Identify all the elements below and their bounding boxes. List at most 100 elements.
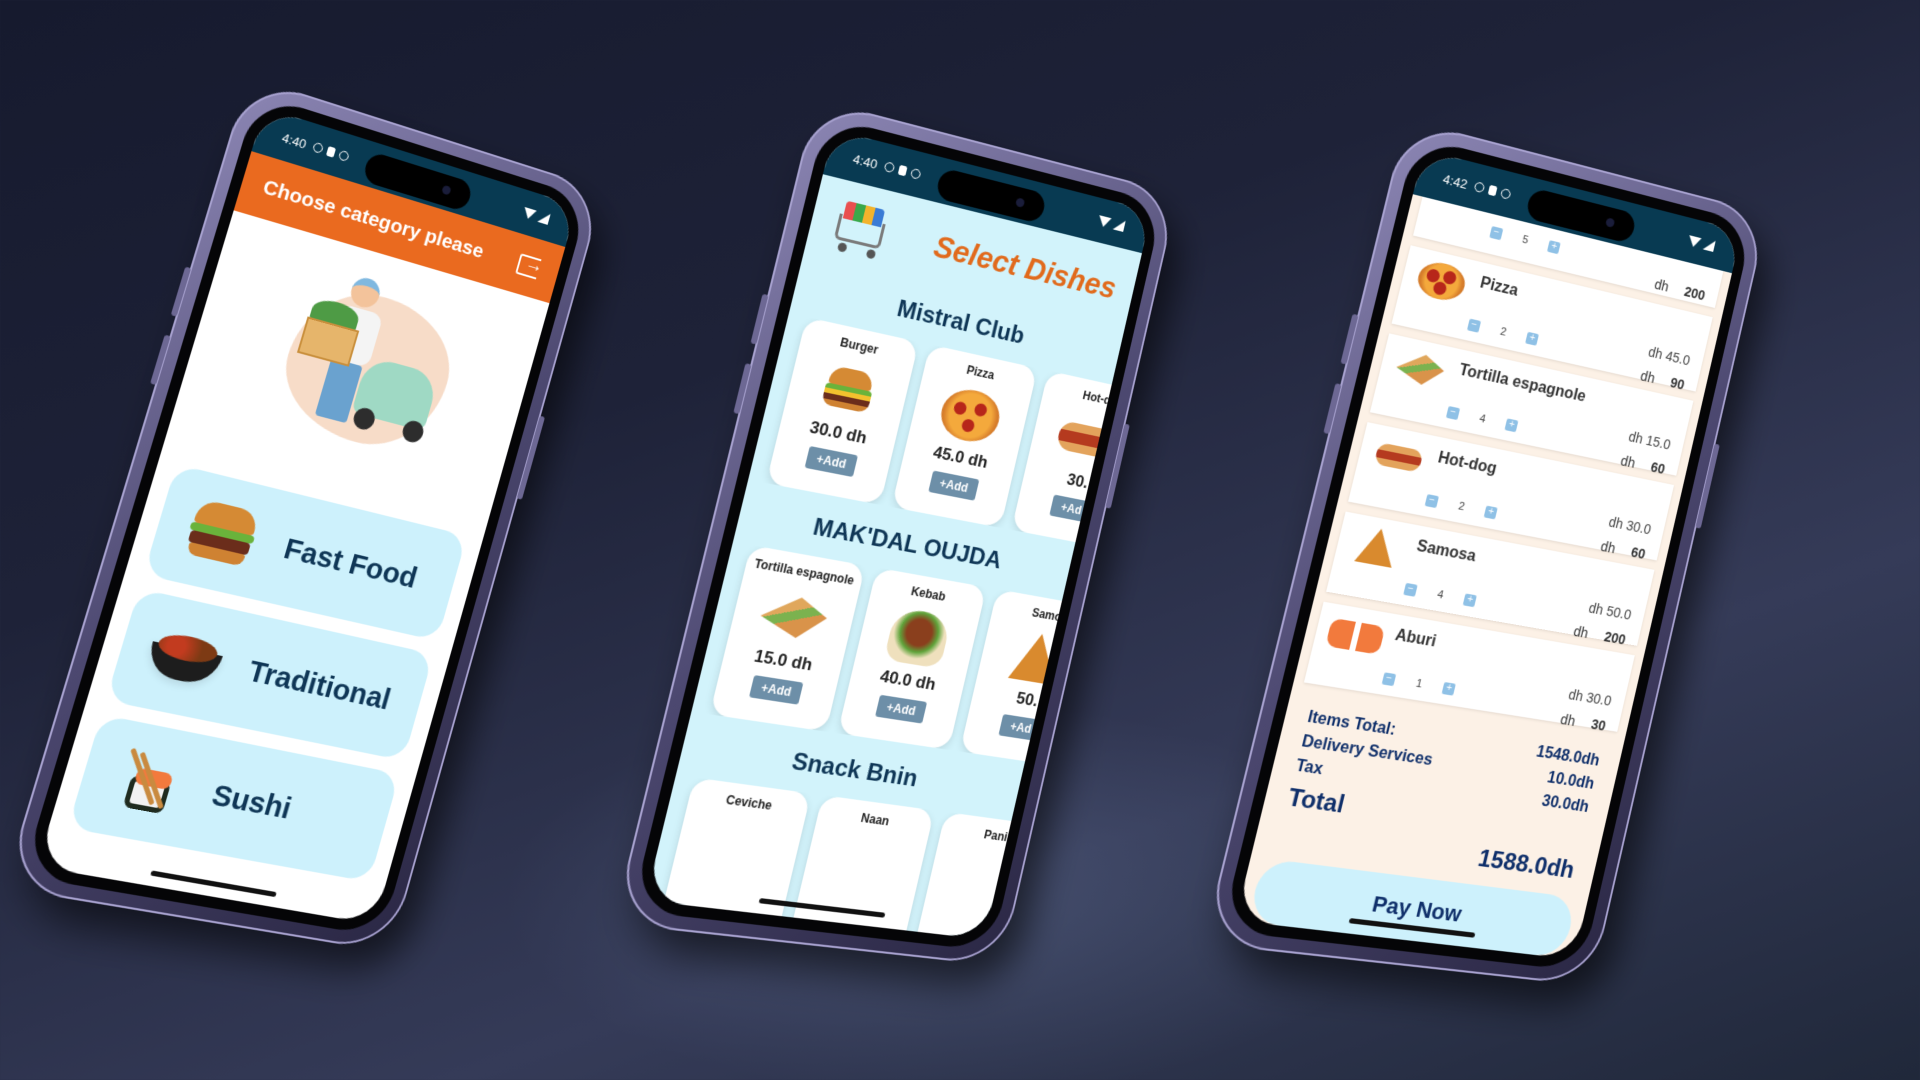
dish-price: 30. <box>1065 469 1091 492</box>
dish-card-tortilla[interactable]: Tortilla espagnole 15.0 dh +Add <box>709 544 866 732</box>
dish-price: 40.0 dh <box>878 666 938 694</box>
wifi-icon <box>1687 234 1702 248</box>
quantity-value: 2 <box>1498 325 1508 339</box>
signal-icon <box>1112 218 1126 232</box>
add-button[interactable]: +Add <box>928 470 980 501</box>
dish-price: 45.0 dh <box>931 442 990 472</box>
quantity-value: 1 <box>1414 677 1424 691</box>
tajine-icon <box>141 619 229 695</box>
tortilla-icon <box>1387 343 1452 394</box>
tortilla-icon <box>753 583 835 650</box>
items-total-value: 1548.0dh <box>1534 743 1602 770</box>
total-value: 1588.0dh <box>1475 844 1577 884</box>
sd-card-icon <box>898 164 908 177</box>
add-button[interactable]: +Add <box>804 445 859 478</box>
burger-icon <box>178 495 265 572</box>
add-button[interactable]: +Ad <box>1049 494 1093 523</box>
category-label: Sushi <box>208 778 296 826</box>
phone-category-screen: 4:40 Choose category please → Fast Food … <box>3 76 605 953</box>
status-icons <box>312 141 351 163</box>
dish-name: Naan <box>859 810 891 829</box>
dish-price: 50. <box>1014 688 1040 711</box>
plus-icon[interactable]: + <box>1547 240 1561 255</box>
dish-name: Hot-d <box>1081 388 1112 408</box>
pizza-icon <box>1409 255 1474 307</box>
shield-icon <box>312 141 325 155</box>
category-label: Fast Food <box>280 532 421 595</box>
dish-name: Samo <box>1030 605 1063 625</box>
minus-icon[interactable]: − <box>1381 672 1397 687</box>
dish-price: 30.0 dh <box>807 417 869 448</box>
dish-name: Pizza <box>965 362 996 383</box>
quantity-value: 5 <box>1521 233 1530 247</box>
phone-cart-screen: 4:42 − 5 + dh 200 Pizza − 2 + dh 45.0 dh… <box>1203 119 1769 987</box>
unit-price: dh 30.0 <box>1607 513 1653 538</box>
dish-card-ceviche[interactable]: Ceviche <box>652 777 812 940</box>
sync-icon <box>910 167 922 180</box>
screen: 4:40 Select Dishes Mistral Club Burger 3… <box>645 129 1152 940</box>
hotdog-icon <box>1366 432 1432 483</box>
unit-price: dh 45.0 <box>1646 343 1692 369</box>
cart-list: − 5 + dh 200 Pizza − 2 + dh 45.0 dh 90 T… <box>1294 194 1732 734</box>
line-total: dh 30 <box>1559 711 1608 734</box>
dish-card-pizza[interactable]: Pizza 45.0 dh +Add <box>891 344 1038 528</box>
logout-icon[interactable] <box>515 253 542 280</box>
dish-card-burger[interactable]: Burger 30.0 dh +Add <box>765 317 919 505</box>
plus-icon[interactable]: + <box>1462 593 1477 608</box>
minus-icon[interactable]: − <box>1445 405 1461 421</box>
add-button[interactable]: +Add <box>874 694 928 724</box>
shield-icon <box>883 161 896 174</box>
tax-label: Tax <box>1293 757 1325 779</box>
volume-down-button <box>1323 383 1342 435</box>
add-button[interactable]: +Add <box>748 675 804 705</box>
volume-up-button <box>1340 313 1359 365</box>
line-total: dh 200 <box>1572 623 1628 648</box>
minus-icon[interactable]: − <box>1403 582 1418 597</box>
sushi-icon <box>103 745 192 821</box>
line-total: dh 60 <box>1599 538 1647 562</box>
shield-icon <box>1473 181 1486 194</box>
signal-icon <box>1702 238 1716 252</box>
quantity-stepper[interactable]: − 5 + <box>1489 226 1561 255</box>
dish-name: Kebab <box>909 584 947 604</box>
dish-name: Pani <box>982 827 1009 845</box>
status-time: 4:40 <box>280 129 309 152</box>
quantity-value: 4 <box>1435 588 1445 602</box>
plus-icon[interactable]: + <box>1441 682 1456 696</box>
add-button[interactable]: +Ad <box>998 714 1043 742</box>
status-time: 4:42 <box>1441 170 1470 192</box>
minus-icon[interactable]: − <box>1424 494 1439 509</box>
dish-name: Burger <box>838 335 880 358</box>
shopping-cart-icon[interactable] <box>825 195 897 263</box>
burger-icon <box>808 355 888 424</box>
plus-icon[interactable]: + <box>1525 331 1540 346</box>
quantity-value: 2 <box>1457 500 1466 514</box>
dish-row[interactable]: Ceviche Naan Pani <box>645 775 1012 940</box>
sd-card-icon <box>1488 184 1498 197</box>
line-total: dh 200 <box>1653 276 1707 304</box>
hotdog-icon <box>1050 407 1112 472</box>
minus-icon[interactable]: − <box>1466 318 1482 333</box>
unit-price: dh 30.0 <box>1567 686 1614 709</box>
samosa-icon <box>999 626 1062 690</box>
sync-icon <box>1500 187 1512 200</box>
delivery-value: 10.0dh <box>1545 769 1596 793</box>
dish-card-kebab[interactable]: Kebab 40.0 dh +Add <box>837 567 987 750</box>
line-total: dh 60 <box>1619 452 1667 477</box>
volume-down-button <box>733 363 752 415</box>
pizza-icon <box>932 382 1009 449</box>
volume-down-button <box>150 334 171 386</box>
delivery-illustration <box>248 254 478 469</box>
minus-icon[interactable]: − <box>1489 226 1504 241</box>
plus-icon[interactable]: + <box>1483 505 1498 520</box>
dish-name: Ceviche <box>724 792 774 813</box>
signal-icon <box>537 210 551 225</box>
wifi-icon <box>522 206 537 221</box>
phone-dishes-screen: 4:40 Select Dishes Mistral Club Burger 3… <box>613 99 1179 967</box>
tax-value: 30.0dh <box>1540 792 1591 816</box>
quantity-value: 4 <box>1478 412 1487 426</box>
screen: 4:42 − 5 + dh 200 Pizza − 2 + dh 45.0 dh… <box>1235 149 1742 960</box>
wifi-icon <box>1097 214 1112 228</box>
item-name: Tortilla espagnole <box>1457 361 1588 406</box>
sync-icon <box>338 149 351 163</box>
